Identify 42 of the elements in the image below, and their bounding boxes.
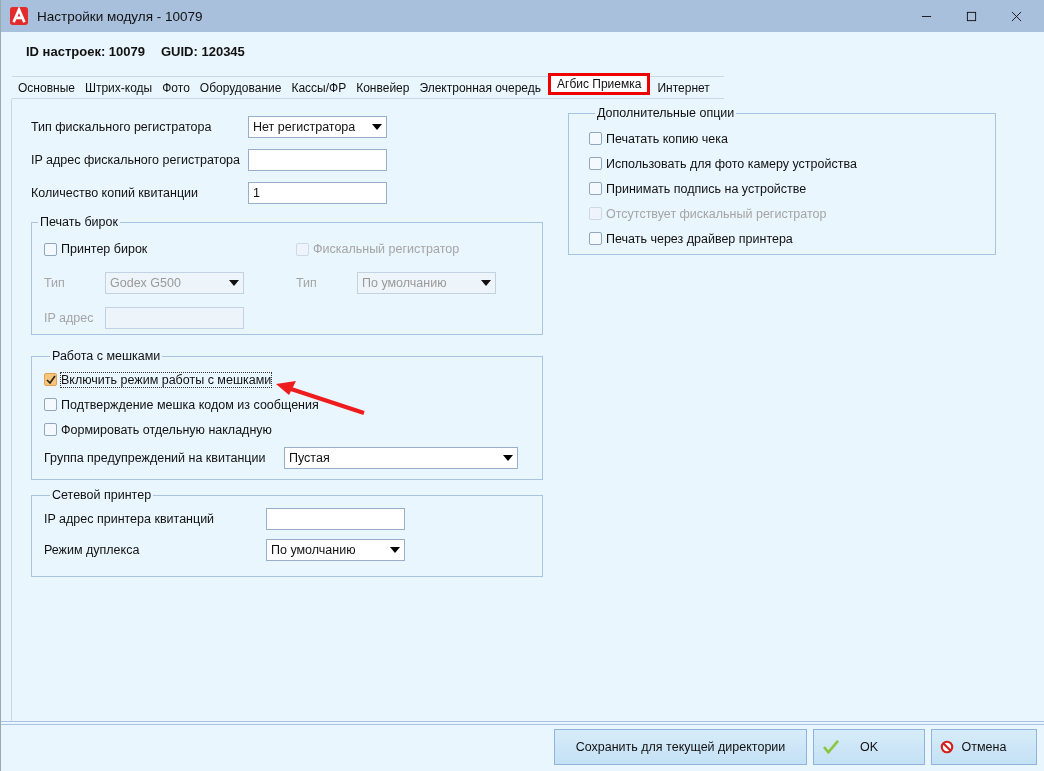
checkbox-label: Принтер бирок: [61, 242, 148, 256]
settings-id: ID настроек: 10079: [26, 44, 145, 61]
field-label: IP адрес фискального регистратора: [31, 153, 241, 167]
field-label: Тип: [296, 276, 318, 290]
dropdown[interactable]: По умолчанию: [266, 539, 405, 561]
field-label: Количество копий квитанции: [31, 186, 200, 200]
guid: GUID: 120345: [161, 44, 245, 61]
field-label: Группа предупреждений на квитанции: [44, 451, 267, 465]
tab[interactable]: Штрих-коды: [79, 80, 158, 95]
checkbox-label: Печать через драйвер принтера: [606, 231, 793, 246]
window-title: Настройки модуля - 10079: [37, 8, 203, 24]
checkbox-label: Включить режим работы с мешками: [61, 372, 272, 387]
group-title: Работа с мешками: [51, 349, 162, 363]
tab[interactable]: Кассы/ФР: [286, 80, 352, 95]
dialog-button[interactable]: OK: [813, 729, 925, 765]
checkbox-label: Принимать подпись на устройстве: [606, 181, 807, 196]
dropdown[interactable]: Пустая: [284, 447, 518, 469]
tab[interactable]: Электронная очередь: [414, 80, 547, 95]
input-field[interactable]: 1: [248, 182, 387, 204]
tab[interactable]: Интернет: [652, 80, 715, 95]
dialog-button[interactable]: Сохранить для текущей директории: [554, 729, 807, 765]
group-title: Сетевой принтер: [51, 488, 153, 502]
checkbox-label: Отсутствует фискальный регистратор: [606, 206, 827, 221]
field-label: Режим дуплекса: [44, 543, 141, 557]
tab[interactable]: Оборудование: [194, 80, 287, 95]
checkbox-label: Использовать для фото камеру устройства: [606, 156, 857, 171]
checkbox-label: Подтверждение мешка кодом из сообщения: [61, 397, 319, 412]
checkbox-label: Фискальный регистратор: [313, 242, 460, 256]
field-label: IP адрес: [44, 311, 95, 325]
tab[interactable]: Фото: [157, 80, 195, 95]
field-label: IP адрес принтера квитанций: [44, 512, 216, 526]
dropdown[interactable]: Нет регистратора: [248, 116, 387, 138]
checkbox-label: Печатать копию чека: [606, 131, 728, 146]
tab[interactable]: Агбис Приемка: [548, 72, 651, 95]
dialog-button[interactable]: Отмена: [931, 729, 1037, 765]
group-title: Дополнительные опции: [596, 106, 736, 120]
group-title: Печать бирок: [39, 215, 119, 229]
field-label: Тип фискального регистратора: [31, 120, 213, 134]
checkbox-label: Формировать отдельную накладную: [61, 422, 272, 437]
tab[interactable]: Конвейер: [351, 80, 415, 95]
tab[interactable]: Основные: [12, 80, 80, 95]
field-label: Тип: [44, 276, 66, 290]
